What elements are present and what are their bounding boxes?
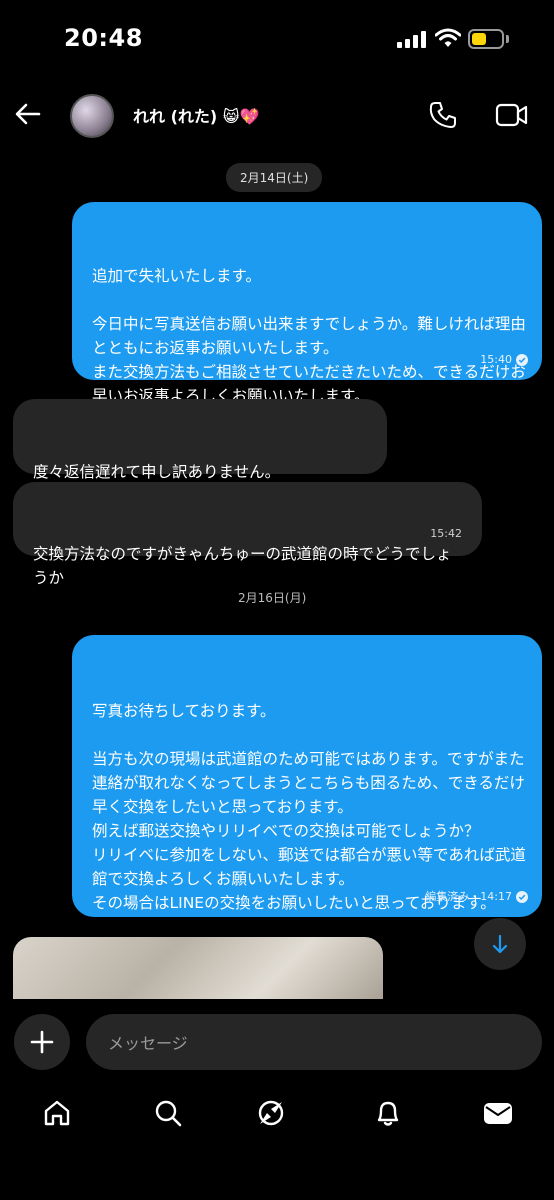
outgoing-message[interactable]: 写真お待ちしております。 当方も次の現場は武道館のため可能ではあります。ですがま…	[72, 635, 542, 917]
message-time: 15:40	[480, 353, 512, 366]
contact-name[interactable]: れれ (れた) 😸💖	[133, 103, 259, 127]
wifi-icon	[435, 28, 461, 47]
bell-icon[interactable]	[373, 1098, 403, 1128]
outgoing-message[interactable]: 追加で失礼いたします。 今日中に写真送信お願い出来ますでしょうか。難しければ理由…	[72, 202, 542, 405]
message-text: 交換方法なのですがきゃんちゅーの武道館の時でどうでしょうか	[33, 545, 452, 587]
add-attachment-button[interactable]	[14, 1014, 70, 1070]
read-check-icon	[516, 891, 528, 903]
inbox-icon[interactable]	[482, 1098, 514, 1128]
read-check-icon	[516, 354, 528, 366]
incoming-message[interactable]: 交換方法なのですがきゃんちゅーの武道館の時でどうでしょうか 15:42	[13, 482, 482, 587]
video-camera-icon[interactable]	[495, 102, 529, 128]
status-time: 20:48	[64, 24, 143, 52]
back-arrow-icon[interactable]	[14, 100, 42, 128]
message-input[interactable]: メッセージ	[86, 1014, 542, 1070]
message-text: 写真お待ちしております。 当方も次の現場は武道館のため可能ではあります。ですがま…	[92, 702, 526, 912]
message-meta: 15:40	[480, 348, 528, 372]
battery-icon	[468, 29, 504, 49]
phone-icon[interactable]	[428, 100, 458, 130]
avatar[interactable]	[70, 94, 114, 138]
arrow-down-icon	[492, 934, 508, 954]
date-separator: 2月16日(月)	[238, 591, 307, 605]
incoming-message[interactable]: 度々返信遅れて申し訳ありません。 今出先なので今日の夜に写真送信致します。	[13, 399, 387, 505]
message-input-placeholder: メッセージ	[108, 1034, 188, 1053]
home-icon[interactable]	[42, 1098, 72, 1128]
scroll-down-button[interactable]	[474, 918, 526, 970]
date-separator: 2月14日(土)	[226, 163, 323, 192]
message-time: 15:42	[430, 527, 462, 540]
signal-icon	[397, 30, 427, 48]
image-message[interactable]	[13, 937, 383, 999]
message-text: 追加で失礼いたします。 今日中に写真送信お願い出来ますでしょうか。難しければ理由…	[92, 267, 526, 405]
plus-icon	[30, 1030, 54, 1054]
battery-tip	[506, 35, 509, 43]
search-icon[interactable]	[153, 1098, 183, 1128]
explore-icon[interactable]	[256, 1098, 286, 1128]
message-time: 編集済み・14:17	[425, 890, 512, 903]
message-meta: 編集済み・14:17	[425, 885, 528, 909]
